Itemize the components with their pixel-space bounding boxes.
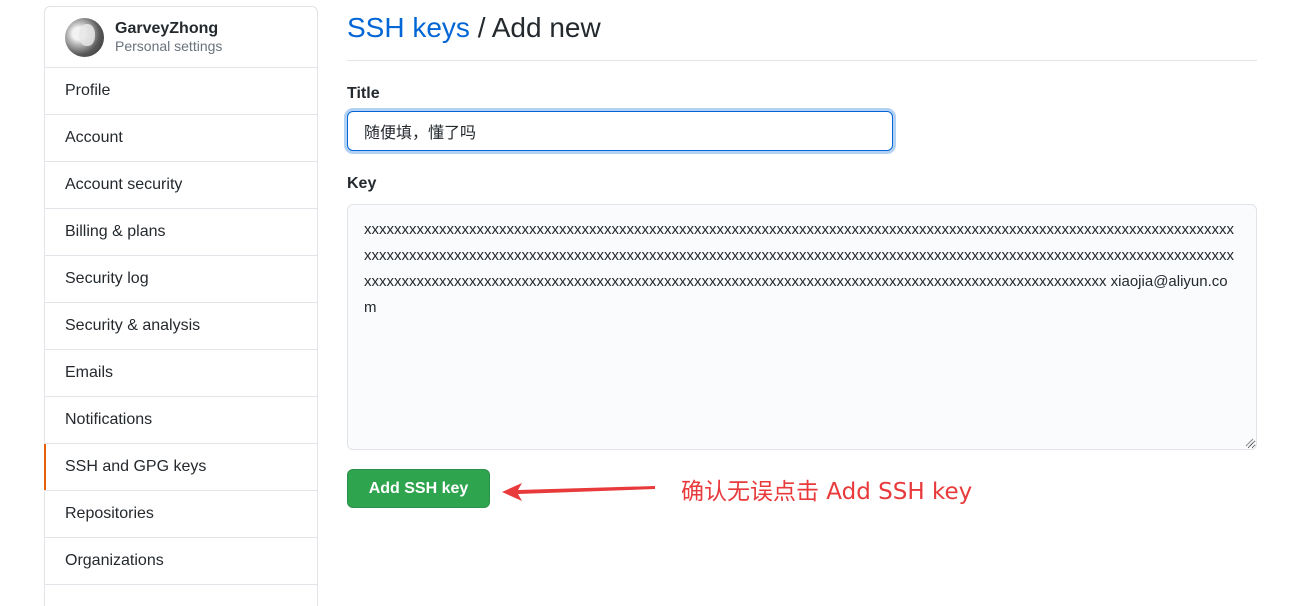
settings-sidebar: GarveyZhong Personal settings Profile Ac… bbox=[44, 6, 318, 606]
sidebar-item-account[interactable]: Account bbox=[45, 115, 317, 162]
breadcrumb-separator: / bbox=[469, 12, 492, 43]
profile-text: GarveyZhong Personal settings bbox=[115, 20, 222, 55]
annotation-text: 确认无误点击 Add SSH key bbox=[681, 479, 973, 505]
sidebar-item-security-analysis[interactable]: Security & analysis bbox=[45, 303, 317, 350]
sidebar-item-account-security[interactable]: Account security bbox=[45, 162, 317, 209]
sidebar-item-profile[interactable]: Profile bbox=[45, 68, 317, 115]
resize-grip-icon[interactable] bbox=[1244, 437, 1254, 447]
page-title: SSH keys / Add new bbox=[347, 0, 1257, 61]
avatar[interactable] bbox=[65, 17, 104, 57]
profile-subtitle: Personal settings bbox=[115, 38, 223, 55]
profile-header[interactable]: GarveyZhong Personal settings bbox=[45, 7, 317, 68]
settings-menu: Profile Account Account security Billing… bbox=[44, 68, 317, 585]
profile-name[interactable]: GarveyZhong bbox=[115, 20, 222, 38]
annotation-arrow-icon bbox=[502, 483, 655, 501]
sidebar-item-repositories[interactable]: Repositories bbox=[45, 491, 317, 538]
breadcrumb-current: Add new bbox=[491, 12, 601, 43]
sidebar-item-organizations[interactable]: Organizations bbox=[45, 538, 317, 585]
sidebar-item-notifications[interactable]: Notifications bbox=[45, 397, 317, 444]
key-text: xxxxxxxxxxxxxxxxxxxxxxxxxxxxxxxxxxxxxxxx… bbox=[364, 221, 1234, 316]
main-content: SSH keys / Add new Title Key xxxxxxxxxxx… bbox=[347, 0, 1257, 508]
sidebar-item-emails[interactable]: Emails bbox=[45, 350, 317, 397]
title-input[interactable] bbox=[347, 111, 893, 151]
breadcrumb-ssh-keys-link[interactable]: SSH keys bbox=[347, 12, 470, 43]
add-ssh-key-form: Title Key xxxxxxxxxxxxxxxxxxxxxxxxxxxxxx… bbox=[347, 85, 1257, 508]
sidebar-item-ssh-gpg-keys[interactable]: SSH and GPG keys bbox=[44, 444, 317, 491]
sidebar-item-billing[interactable]: Billing & plans bbox=[45, 209, 317, 256]
title-label: Title bbox=[347, 85, 380, 102]
key-label: Key bbox=[347, 175, 377, 192]
sidebar-item-security-log[interactable]: Security log bbox=[45, 256, 317, 303]
add-ssh-key-button[interactable]: Add SSH key bbox=[347, 469, 490, 508]
key-textarea[interactable]: xxxxxxxxxxxxxxxxxxxxxxxxxxxxxxxxxxxxxxxx… bbox=[347, 204, 1257, 450]
